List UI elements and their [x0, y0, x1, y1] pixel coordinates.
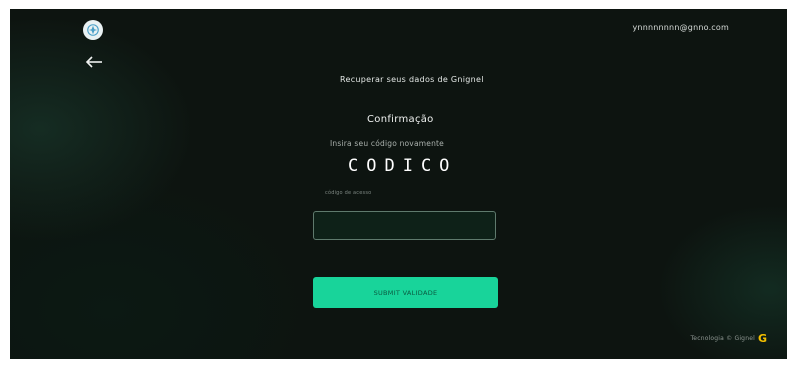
page-heading: Recuperar seus dados de Gnignel	[340, 75, 484, 84]
submit-button[interactable]: SUBMIT VALIDADE	[313, 277, 498, 308]
code-input[interactable]	[313, 211, 496, 240]
logo-icon[interactable]	[83, 20, 103, 40]
footer-text: Tecnologia © Gignel	[690, 335, 755, 342]
user-email[interactable]: ynnnnnnnn@gnno.com	[633, 23, 730, 32]
page-title: Confirmação	[367, 114, 434, 125]
app-screen: ynnnnnnnn@gnno.com Recuperar seus dados …	[10, 9, 787, 359]
page-subtitle: Insira seu código novamente	[330, 139, 444, 148]
back-arrow-icon[interactable]	[85, 55, 105, 69]
footer: Tecnologia © Gignel G	[690, 333, 767, 344]
verification-code: CODICO	[348, 156, 458, 176]
code-field-label: código de acesso	[325, 190, 372, 196]
brand-g-icon: G	[757, 332, 767, 345]
